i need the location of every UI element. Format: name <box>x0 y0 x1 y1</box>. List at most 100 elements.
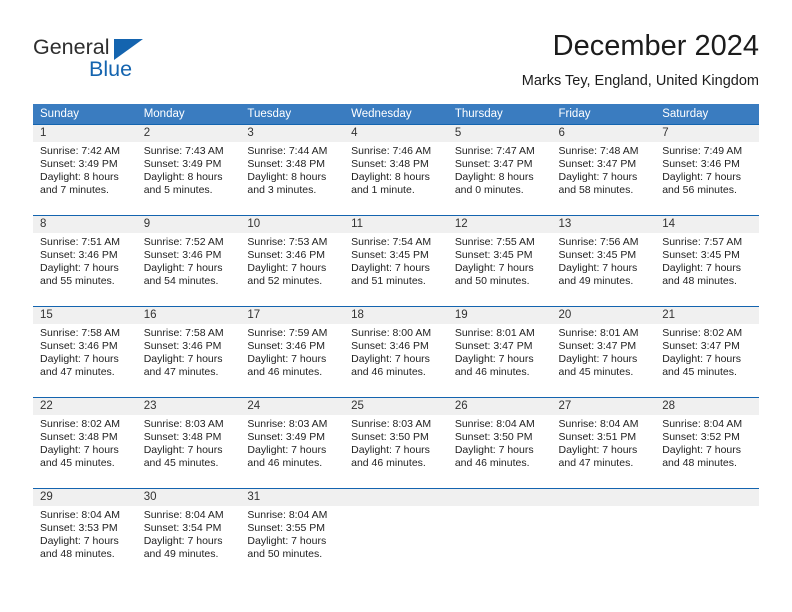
day-cell[interactable]: 16 Sunrise: 7:58 AM Sunset: 3:46 PM Dayligh… <box>136 306 241 398</box>
sunset-text: Sunset: 3:53 PM <box>40 521 118 534</box>
sunrise-text: Sunrise: 8:03 AM <box>351 418 432 430</box>
day-details: Sunrise: 7:57 AM Sunset: 3:45 PM Daylight:… <box>655 233 759 288</box>
day-cell[interactable]: 30 Sunrise: 8:04 AM Sunset: 3:54 PM Dayligh… <box>136 488 241 579</box>
sunset-text: Sunset: 3:48 PM <box>247 157 326 170</box>
day-number: 15 <box>33 307 137 324</box>
daylight-text: Daylight: 7 hours and 48 minutes. <box>662 261 742 287</box>
day-details: Sunrise: 7:51 AM Sunset: 3:46 PM Daylight:… <box>33 233 137 288</box>
day-details: Sunrise: 7:46 AM Sunset: 3:48 PM Daylight:… <box>344 142 448 197</box>
day-details: Sunrise: 8:01 AM Sunset: 3:47 PM Daylight:… <box>552 324 656 379</box>
day-cell[interactable]: 19 Sunrise: 8:01 AM Sunset: 3:47 PM Dayligh… <box>447 306 552 398</box>
day-number: 12 <box>447 216 552 233</box>
day-cell[interactable]: 17 Sunrise: 7:59 AM Sunset: 3:46 PM Dayligh… <box>240 306 345 398</box>
day-cell[interactable]: 1 Sunrise: 7:42 AM Sunset: 3:49 PM Daylight… <box>33 124 137 216</box>
day-cell[interactable]: 28 Sunrise: 8:04 AM Sunset: 3:52 PM Dayligh… <box>655 397 759 489</box>
day-cell[interactable]: 10 Sunrise: 7:53 AM Sunset: 3:46 PM Dayligh… <box>240 215 345 307</box>
day-cell[interactable]: 15 Sunrise: 7:58 AM Sunset: 3:46 PM Dayligh… <box>33 306 137 398</box>
day-cell[interactable]: 27 Sunrise: 8:04 AM Sunset: 3:51 PM Dayligh… <box>551 397 656 489</box>
sunrise-text: Sunrise: 7:44 AM <box>247 145 328 157</box>
daylight-text: Daylight: 7 hours and 51 minutes. <box>351 261 430 287</box>
daylight-text: Daylight: 7 hours and 48 minutes. <box>662 443 742 469</box>
sunrise-text: Sunrise: 8:03 AM <box>247 418 328 430</box>
sunset-text: Sunset: 3:47 PM <box>662 339 740 352</box>
day-cell[interactable]: 11 Sunrise: 7:54 AM Sunset: 3:45 PM Dayligh… <box>344 215 448 307</box>
daylight-text: Daylight: 7 hours and 46 minutes. <box>454 352 534 378</box>
day-cell[interactable]: 2 Sunrise: 7:43 AM Sunset: 3:49 PM Daylight… <box>136 124 241 216</box>
calendar-header-row: Sunday Monday Tuesday Wednesday Thursday… <box>33 104 759 125</box>
day-cell[interactable]: 9 Sunrise: 7:52 AM Sunset: 3:46 PM Daylight… <box>136 215 241 307</box>
sunset-text: Sunset: 3:55 PM <box>247 521 326 534</box>
day-cell[interactable]: 22 Sunrise: 8:02 AM Sunset: 3:48 PM Dayligh… <box>33 397 137 489</box>
daylight-text: Daylight: 7 hours and 47 minutes. <box>558 443 638 469</box>
sunset-text: Sunset: 3:46 PM <box>143 248 222 261</box>
day-cell[interactable]: 24 Sunrise: 8:03 AM Sunset: 3:49 PM Dayligh… <box>240 397 345 489</box>
day-details: Sunrise: 7:47 AM Sunset: 3:47 PM Daylight:… <box>448 142 552 197</box>
sunrise-text: Sunrise: 8:02 AM <box>40 418 120 430</box>
sunset-text: Sunset: 3:45 PM <box>351 248 429 261</box>
sunset-text: Sunset: 3:46 PM <box>143 339 222 352</box>
weekday-header-thursday: Thursday <box>447 104 552 125</box>
sunset-text: Sunset: 3:46 PM <box>40 339 118 352</box>
sunset-text: Sunset: 3:49 PM <box>40 157 118 170</box>
weekday-header-friday: Friday <box>551 104 656 125</box>
day-details: Sunrise: 8:03 AM Sunset: 3:50 PM Daylight:… <box>344 415 448 470</box>
day-details: Sunrise: 8:02 AM Sunset: 3:47 PM Daylight:… <box>655 324 759 379</box>
sunrise-text: Sunrise: 7:42 AM <box>40 145 120 157</box>
daylight-text: Daylight: 7 hours and 50 minutes. <box>454 261 534 287</box>
day-cell[interactable]: 6 Sunrise: 7:48 AM Sunset: 3:47 PM Daylight… <box>551 124 656 216</box>
day-number: 10 <box>240 216 345 233</box>
day-cell[interactable]: 18 Sunrise: 8:00 AM Sunset: 3:46 PM Dayligh… <box>344 306 448 398</box>
day-number <box>655 489 759 506</box>
sunset-text: Sunset: 3:50 PM <box>454 430 533 443</box>
day-details: Sunrise: 8:04 AM Sunset: 3:55 PM Daylight:… <box>240 506 344 561</box>
sunrise-text: Sunrise: 7:59 AM <box>247 327 328 339</box>
day-details: Sunrise: 8:04 AM Sunset: 3:53 PM Daylight:… <box>33 506 137 561</box>
day-cell[interactable]: 29 Sunrise: 8:04 AM Sunset: 3:53 PM Dayligh… <box>33 488 137 579</box>
day-details: Sunrise: 7:56 AM Sunset: 3:45 PM Daylight:… <box>552 233 656 288</box>
daylight-text: Daylight: 7 hours and 48 minutes. <box>40 534 119 560</box>
day-cell[interactable]: 13 Sunrise: 7:56 AM Sunset: 3:45 PM Dayligh… <box>551 215 656 307</box>
day-cell[interactable]: 21 Sunrise: 8:02 AM Sunset: 3:47 PM Dayligh… <box>655 306 759 398</box>
day-number: 21 <box>655 307 759 324</box>
sunset-text: Sunset: 3:48 PM <box>143 430 222 443</box>
sunrise-text: Sunrise: 7:58 AM <box>143 327 224 339</box>
daylight-text: Daylight: 7 hours and 45 minutes. <box>558 352 638 378</box>
empty-day-cell <box>655 488 759 579</box>
day-cell[interactable]: 4 Sunrise: 7:46 AM Sunset: 3:48 PM Daylight… <box>344 124 448 216</box>
day-details: Sunrise: 8:04 AM Sunset: 3:51 PM Daylight:… <box>552 415 656 470</box>
day-cell[interactable]: 7 Sunrise: 7:49 AM Sunset: 3:46 PM Daylight… <box>655 124 759 216</box>
day-cell[interactable]: 20 Sunrise: 8:01 AM Sunset: 3:47 PM Dayligh… <box>551 306 656 398</box>
day-cell[interactable]: 5 Sunrise: 7:47 AM Sunset: 3:47 PM Daylight… <box>447 124 552 216</box>
day-cell[interactable]: 26 Sunrise: 8:04 AM Sunset: 3:50 PM Dayligh… <box>447 397 552 489</box>
day-number: 31 <box>240 489 345 506</box>
day-number: 13 <box>551 216 656 233</box>
weekday-header-wednesday: Wednesday <box>344 104 448 125</box>
sunrise-text: Sunrise: 7:51 AM <box>40 236 120 248</box>
day-details: Sunrise: 7:58 AM Sunset: 3:46 PM Daylight:… <box>33 324 137 379</box>
daylight-text: Daylight: 7 hours and 46 minutes. <box>351 352 430 378</box>
day-cell[interactable]: 3 Sunrise: 7:44 AM Sunset: 3:48 PM Daylight… <box>240 124 345 216</box>
day-cell[interactable]: 8 Sunrise: 7:51 AM Sunset: 3:46 PM Daylight… <box>33 215 137 307</box>
weekday-header-tuesday: Tuesday <box>240 104 345 125</box>
sunrise-text: Sunrise: 8:01 AM <box>558 327 639 339</box>
day-number: 8 <box>33 216 137 233</box>
day-details: Sunrise: 7:43 AM Sunset: 3:49 PM Daylight:… <box>137 142 241 197</box>
day-cell[interactable]: 23 Sunrise: 8:03 AM Sunset: 3:48 PM Dayligh… <box>136 397 241 489</box>
day-cell[interactable]: 14 Sunrise: 7:57 AM Sunset: 3:45 PM Dayligh… <box>655 215 759 307</box>
day-details: Sunrise: 8:04 AM Sunset: 3:50 PM Daylight:… <box>448 415 552 470</box>
calendar-week-row: 29 Sunrise: 8:04 AM Sunset: 3:53 PM Dayligh… <box>33 488 759 579</box>
page-title: December 2024 <box>552 30 759 62</box>
sunset-text: Sunset: 3:49 PM <box>143 157 222 170</box>
daylight-text: Daylight: 7 hours and 46 minutes. <box>454 443 534 469</box>
day-number: 6 <box>551 125 656 142</box>
sunset-text: Sunset: 3:54 PM <box>143 521 222 534</box>
day-details: Sunrise: 7:59 AM Sunset: 3:46 PM Daylight:… <box>240 324 344 379</box>
day-cell[interactable]: 25 Sunrise: 8:03 AM Sunset: 3:50 PM Dayligh… <box>344 397 448 489</box>
daylight-text: Daylight: 8 hours and 1 minute. <box>351 170 430 196</box>
empty-day-cell <box>447 488 552 579</box>
day-number: 7 <box>655 125 759 142</box>
sunset-text: Sunset: 3:45 PM <box>558 248 637 261</box>
day-cell[interactable]: 31 Sunrise: 8:04 AM Sunset: 3:55 PM Dayligh… <box>240 488 345 579</box>
daylight-text: Daylight: 7 hours and 47 minutes. <box>40 352 119 378</box>
day-cell[interactable]: 12 Sunrise: 7:55 AM Sunset: 3:45 PM Dayligh… <box>447 215 552 307</box>
